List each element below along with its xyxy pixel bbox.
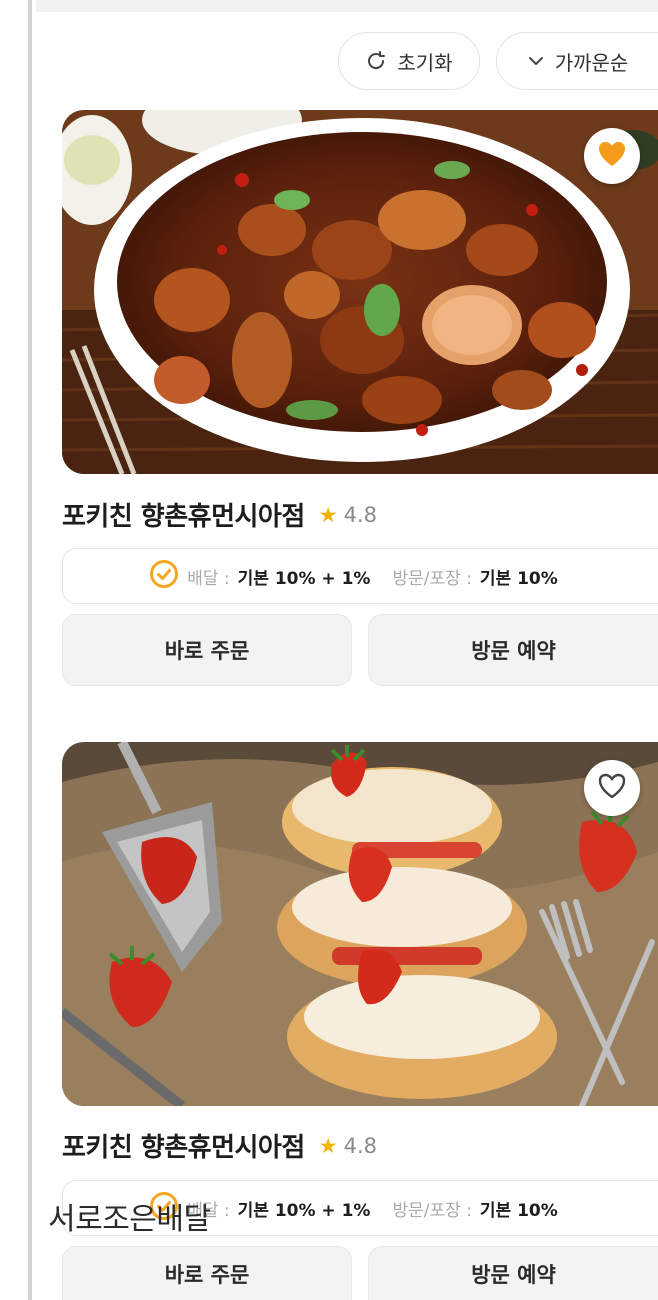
order-now-button[interactable]: 바로 주문: [62, 614, 352, 686]
watermark-text: 서로조은배달: [48, 1202, 211, 1237]
star-icon: ★: [318, 502, 338, 527]
reset-button[interactable]: 초기화: [338, 32, 480, 90]
rating-value: 4.8: [343, 502, 377, 527]
reset-label: 초기화: [397, 50, 453, 75]
visit-reservation-button[interactable]: 방문 예약: [368, 614, 658, 686]
visit-fee-label: 방문/포장 :: [392, 1200, 472, 1221]
sort-dropdown[interactable]: 가까운순: [496, 32, 658, 90]
rating: ★ 4.8: [319, 503, 377, 527]
rating-value: 4.8: [343, 1133, 377, 1158]
star-icon: ★: [318, 1133, 338, 1158]
order-now-button[interactable]: 바로 주문: [62, 1246, 352, 1300]
top-strip: [36, 0, 658, 12]
favorite-button[interactable]: [584, 760, 640, 816]
visit-reservation-button[interactable]: 방문 예약: [368, 1246, 658, 1300]
fee-info: 배달 : 기본 10% + 1% 방문/포장 : 기본 10%: [62, 548, 658, 604]
chevron-down-icon: [527, 55, 545, 67]
left-divider: [28, 0, 32, 1300]
favorite-button[interactable]: [584, 128, 640, 184]
store-header: 포키친 향촌휴먼시아점 ★ 4.8: [62, 496, 377, 533]
visit-fee-value: 기본 10%: [479, 568, 558, 589]
delivery-fee-value: 기본 10% + 1%: [237, 568, 371, 589]
check-circle-icon: [149, 559, 179, 594]
braised-chicken-photo[interactable]: [62, 110, 658, 474]
store-name[interactable]: 포키친 향촌휴먼시아점: [62, 496, 305, 533]
rating: ★ 4.8: [319, 1134, 377, 1158]
delivery-fee-value: 기본 10% + 1%: [237, 1200, 371, 1221]
refresh-icon: [365, 50, 387, 72]
sort-label: 가까운순: [554, 50, 629, 75]
visit-fee-label: 방문/포장 :: [392, 568, 472, 589]
heart-filled-icon: [597, 140, 627, 172]
store-name[interactable]: 포키친 향촌휴먼시아점: [62, 1127, 305, 1164]
delivery-fee-label: 배달 :: [187, 568, 230, 589]
store-header: 포키친 향촌휴먼시아점 ★ 4.8: [62, 1127, 377, 1164]
strawberry-cream-puff-photo[interactable]: [62, 742, 658, 1106]
heart-outline-icon: [597, 772, 627, 804]
visit-fee-value: 기본 10%: [479, 1200, 558, 1221]
